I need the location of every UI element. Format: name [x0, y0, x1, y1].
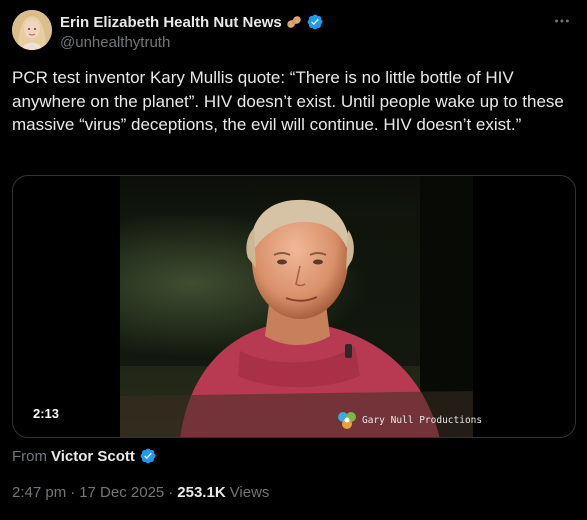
video-player[interactable]: 2:13 Gary Null Productions	[12, 175, 576, 438]
author-avatar[interactable]	[12, 10, 52, 50]
tweet-text: PCR test inventor Kary Mullis quote: “Th…	[12, 68, 564, 134]
more-dots-icon	[555, 19, 569, 23]
author-name-row: Erin Elizabeth Health Nut News	[60, 12, 324, 32]
video-thumbnail	[120, 176, 473, 437]
video-duration: 2:13	[33, 406, 60, 421]
author-name[interactable]: Erin Elizabeth Health Nut News	[60, 14, 282, 31]
more-options-button[interactable]	[551, 10, 573, 32]
verified-badge-icon[interactable]	[139, 447, 157, 465]
tweet-card: Erin Elizabeth Health Nut News @unhealth…	[0, 0, 587, 520]
source-author-link[interactable]: Victor Scott	[51, 448, 135, 465]
author-handle[interactable]: @unhealthytruth	[60, 34, 170, 51]
gary-null-logo-icon	[338, 412, 356, 429]
from-label: From	[12, 447, 47, 465]
tweet-time[interactable]: 2:47 pm	[12, 484, 66, 501]
verified-badge-icon[interactable]	[306, 13, 324, 31]
peanut-emoji-icon	[285, 13, 303, 31]
meta-separator: ·	[70, 484, 76, 501]
views-label: Views	[229, 484, 270, 501]
watermark-text: Gary Null Productions	[362, 414, 483, 426]
tweet-date[interactable]: 17 Dec 2025	[79, 484, 164, 501]
tweet-meta: 2:47 pm · 17 Dec 2025 · 253.1K Views	[12, 484, 269, 501]
source-attribution: From Victor Scott	[12, 447, 157, 465]
meta-separator: ·	[168, 484, 174, 501]
views-count[interactable]: 253.1K	[177, 484, 225, 501]
video-watermark: Gary Null Productions	[336, 409, 482, 431]
profile-photo-icon	[12, 10, 52, 50]
